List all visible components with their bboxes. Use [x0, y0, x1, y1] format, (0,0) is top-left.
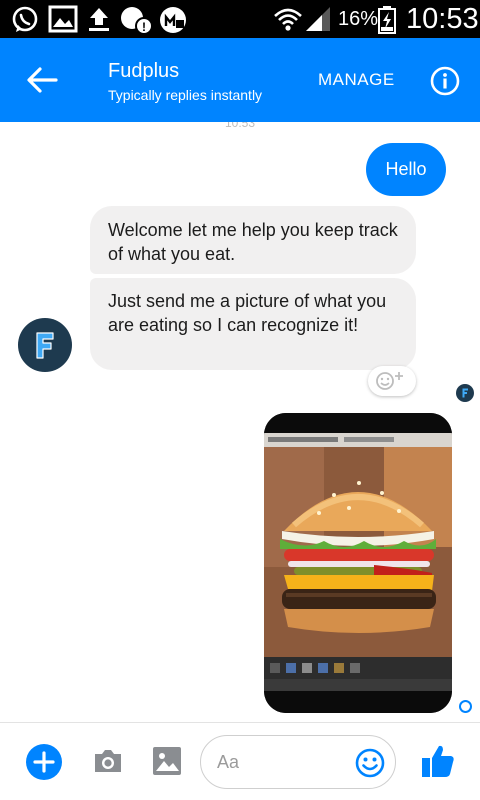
- info-icon[interactable]: [430, 66, 460, 96]
- bot-avatar-logo: [36, 332, 54, 359]
- battery-percentage: 16%: [338, 8, 379, 30]
- gallery-icon: [48, 5, 78, 33]
- message-list[interactable]: 10:53 Hello Welcome let me help you keep…: [0, 122, 480, 722]
- add-reaction-button[interactable]: [368, 366, 416, 396]
- wifi-icon: [274, 8, 302, 31]
- manage-button[interactable]: MANAGE: [318, 70, 395, 90]
- message-timestamp: 10:53: [224, 122, 256, 130]
- whatsapp-icon: [12, 6, 38, 32]
- notification-icon: !: [121, 7, 153, 35]
- status-bar: ! 16% 10:53: [0, 0, 480, 38]
- seen-avatar-logo: [462, 388, 468, 398]
- burger-image: [264, 413, 452, 713]
- emoji-icon[interactable]: [354, 747, 386, 779]
- battery-icon: [378, 6, 396, 34]
- bot-avatar[interactable]: [18, 318, 72, 372]
- message-sending-indicator: [459, 700, 472, 713]
- emoji-plus-icon: [376, 372, 403, 390]
- svg-text:!: !: [142, 20, 146, 34]
- chat-title[interactable]: Fudplus: [108, 60, 179, 83]
- camera-icon[interactable]: [92, 747, 124, 775]
- signal-icon: [306, 7, 330, 31]
- clock: 10:53: [406, 3, 479, 35]
- message-bubble-outgoing[interactable]: Hello: [366, 143, 446, 196]
- chat-header: Fudplus Typically replies instantly MANA…: [0, 38, 480, 122]
- message-bubble-incoming[interactable]: Welcome let me help you keep track of wh…: [90, 206, 416, 274]
- message-composer: Aa: [0, 722, 480, 800]
- message-input-placeholder: Aa: [217, 752, 240, 772]
- message-bubble-incoming[interactable]: Just send me a picture of what you are e…: [90, 278, 416, 370]
- thumbs-up-icon[interactable]: [420, 743, 456, 779]
- image-icon[interactable]: [152, 746, 182, 776]
- seen-indicator-avatar: [456, 384, 474, 402]
- plus-icon[interactable]: [26, 744, 62, 780]
- sent-photo-burger[interactable]: [264, 413, 452, 713]
- upload-icon: [89, 8, 109, 31]
- app-icon: [160, 7, 186, 33]
- chat-subtitle: Typically replies instantly: [108, 87, 263, 103]
- message-input[interactable]: Aa: [200, 735, 396, 789]
- back-arrow-icon[interactable]: [22, 60, 62, 100]
